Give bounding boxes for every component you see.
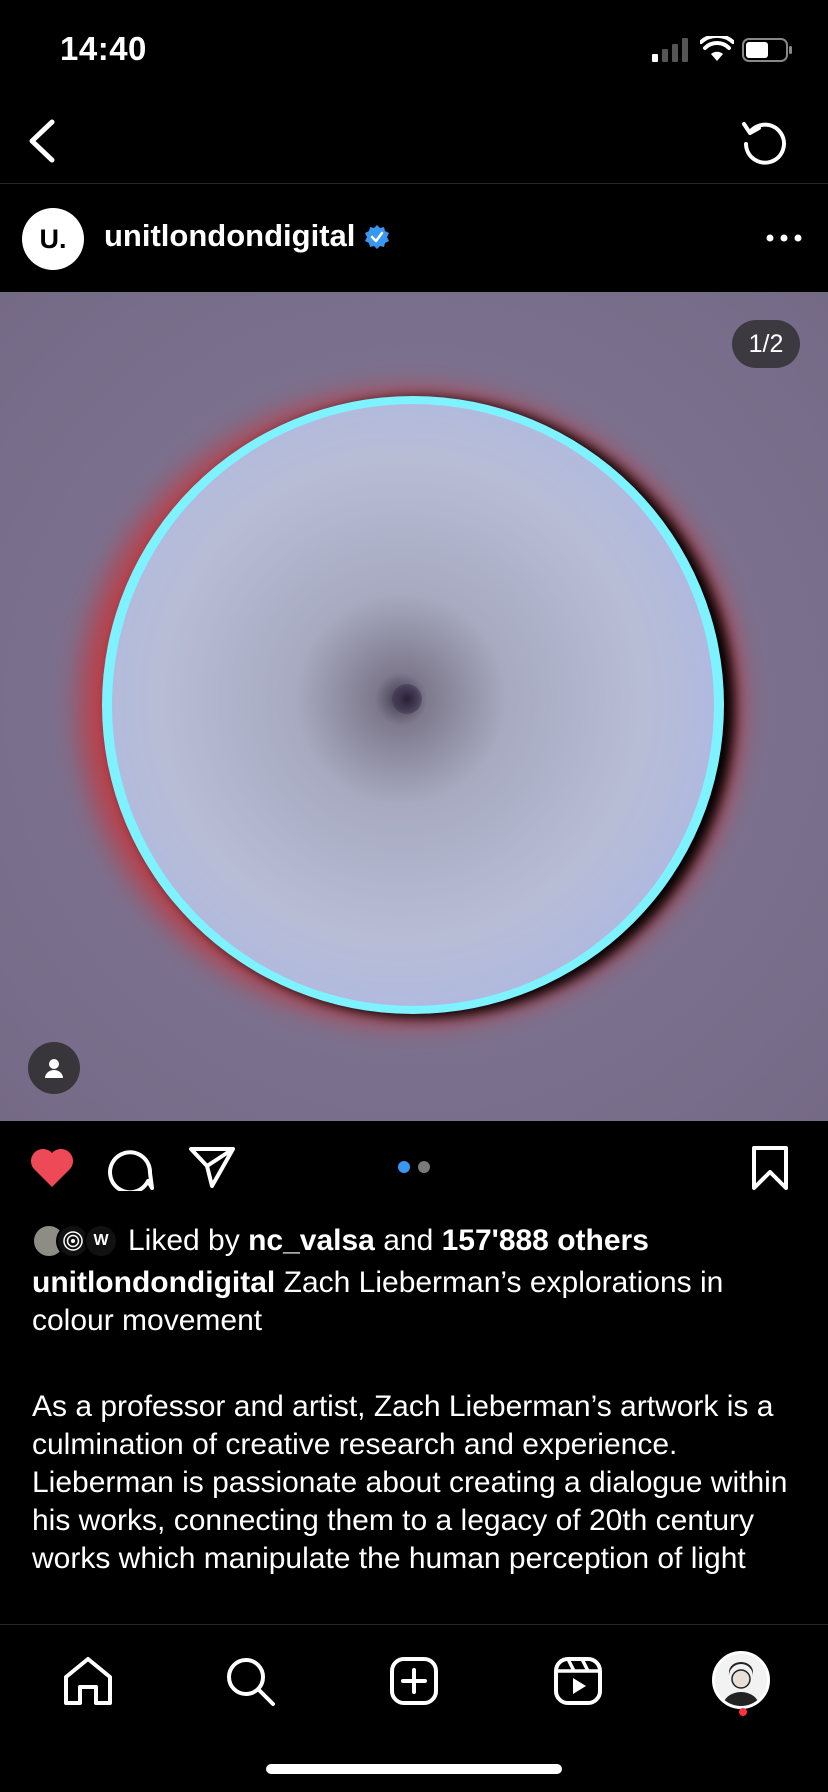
likes-text: Liked by nc_valsa and 157'888 others — [128, 1224, 649, 1258]
notification-dot — [739, 1708, 747, 1716]
cellular-signal-icon — [652, 38, 688, 62]
user-tag-icon — [45, 1059, 63, 1078]
home-icon[interactable] — [58, 1651, 118, 1711]
likes-summary[interactable]: W Liked by nc_valsa and 157'888 others — [32, 1222, 812, 1260]
share-icon[interactable] — [188, 1145, 236, 1189]
post-header: U. unitlondondigital — [0, 186, 828, 292]
refresh-icon[interactable] — [738, 116, 790, 168]
post-media-image[interactable]: 1/2 — [0, 292, 828, 1121]
profile-avatar-icon — [715, 1654, 767, 1706]
likes-conjunction: and — [383, 1224, 434, 1257]
liker-username[interactable]: nc_valsa — [248, 1224, 375, 1257]
likes-others-count[interactable]: 157'888 others — [442, 1224, 649, 1257]
heart-icon[interactable] — [28, 1145, 76, 1189]
post-actions-bar — [0, 1121, 828, 1221]
carousel-dot — [418, 1161, 430, 1173]
spiral-avatar-icon — [63, 1231, 83, 1251]
search-icon[interactable] — [220, 1651, 280, 1711]
caption-body: As a professor and artist, Zach Lieberma… — [32, 1390, 788, 1575]
back-chevron-icon[interactable] — [18, 114, 68, 168]
home-indicator[interactable] — [266, 1764, 562, 1774]
bookmark-icon[interactable] — [748, 1145, 792, 1191]
user-tag-button[interactable] — [28, 1042, 80, 1094]
comment-icon[interactable] — [108, 1145, 154, 1191]
artwork-orb-center — [392, 684, 422, 714]
battery-icon — [742, 38, 792, 62]
carousel-dot-active — [398, 1161, 410, 1173]
top-navigation-bar — [0, 100, 828, 184]
account-avatar[interactable]: U. — [22, 208, 84, 270]
reels-icon[interactable] — [548, 1651, 608, 1711]
media-counter-badge: 1/2 — [732, 320, 800, 368]
wifi-icon — [700, 36, 734, 61]
post-caption: unitlondondigital Zach Lieberman’s explo… — [32, 1264, 802, 1340]
likes-prefix: Liked by — [128, 1224, 240, 1257]
post-username[interactable]: unitlondondigital — [104, 218, 355, 254]
liker-avatar: W — [84, 1224, 118, 1258]
status-time: 14:40 — [60, 30, 147, 67]
verified-badge-icon — [365, 225, 389, 249]
more-options-icon[interactable] — [762, 226, 806, 250]
caption-username[interactable]: unitlondondigital — [32, 1266, 275, 1299]
profile-tab-avatar[interactable] — [712, 1651, 770, 1709]
create-icon[interactable] — [384, 1651, 444, 1711]
status-bar: 14:40 — [0, 0, 828, 100]
